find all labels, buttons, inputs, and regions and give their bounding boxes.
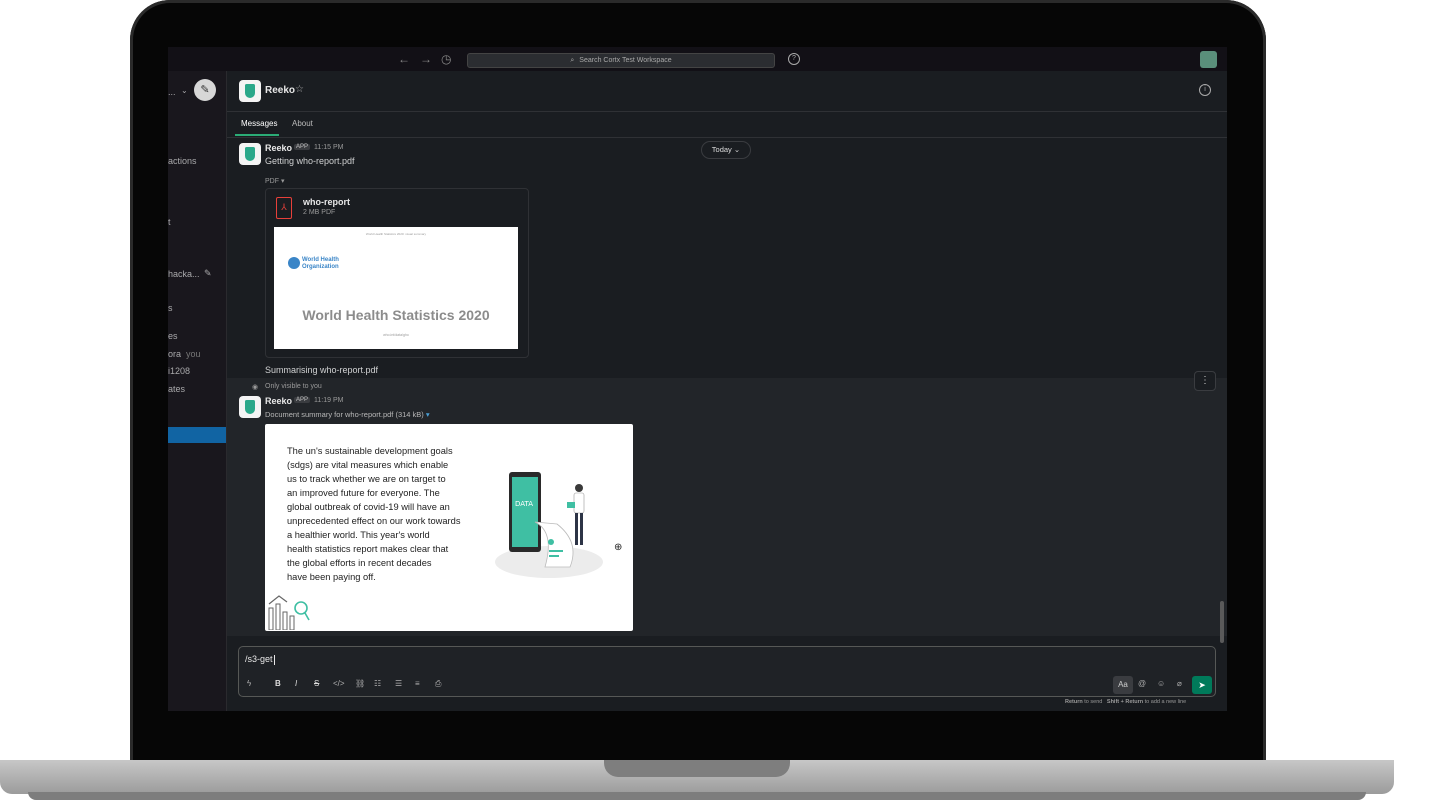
data-illustration: DATA	[495, 472, 603, 578]
message-time[interactable]: 11:15 PM	[314, 144, 343, 151]
sidebar-item-ates[interactable]: ates	[168, 384, 185, 394]
numbered-list-icon[interactable]: ☷	[374, 679, 381, 688]
pdf-preview[interactable]: World Health Statistics 2020: visual sum…	[274, 227, 518, 349]
app-badge: APP	[294, 397, 311, 403]
laptop-base-foot	[28, 792, 1366, 800]
active-tab-indicator	[235, 134, 279, 136]
link-icon[interactable]: ⛓	[355, 679, 365, 688]
illustration-label: DATA	[515, 500, 533, 508]
follow-up-text: Summarising who-report.pdf	[265, 365, 379, 375]
italic-icon[interactable]: I	[295, 679, 297, 688]
code-block-icon[interactable]: ⎙	[435, 679, 441, 689]
strikethrough-icon[interactable]: S	[314, 679, 319, 688]
laptop-notch	[604, 760, 790, 777]
shortcuts-icon[interactable]: ϟ	[247, 679, 251, 688]
file-size: 2 MB PDF	[303, 209, 336, 216]
sidebar-item-hackathon[interactable]: hacka...	[168, 269, 200, 279]
sidebar-item-self[interactable]: ora you	[168, 349, 201, 359]
pdf-icon: ⅄	[276, 197, 292, 219]
clock-icon[interactable]: ◷	[441, 52, 451, 66]
message-sender[interactable]: Reeko	[265, 396, 292, 406]
attachment-type-label[interactable]: PDF ▾	[265, 177, 284, 185]
scrollbar[interactable]	[1220, 601, 1224, 643]
channel-header: Reeko ☆ i	[227, 71, 1227, 112]
emoji-icon[interactable]: ☺	[1157, 679, 1165, 688]
bold-icon[interactable]: B	[275, 679, 281, 688]
date-divider[interactable]: Today ⌄	[701, 141, 751, 159]
composer-hint: Return to send Shift + Return to add a n…	[1065, 699, 1187, 705]
channel-pane: Reeko ☆ i Messages About Today ⌄ Reeko A…	[227, 71, 1227, 711]
visibility-note: Only visible to you	[265, 383, 322, 390]
slack-window: ← → ◷ ⌕ Search Cortx Test Workspace ? ..…	[168, 47, 1227, 711]
who-logo-text: World Health Organization	[302, 257, 339, 270]
bulleted-list-icon[interactable]: ☰	[395, 679, 402, 688]
more-actions-icon[interactable]: ⋮	[1194, 371, 1216, 391]
attach-icon[interactable]: ⌀	[1177, 679, 1182, 688]
star-icon[interactable]: ☆	[295, 84, 304, 95]
tab-messages[interactable]: Messages	[241, 119, 277, 128]
channel-tabs: Messages About	[227, 112, 1227, 138]
summary-text: The un's sustainable development goals (…	[287, 446, 461, 582]
pencil-icon[interactable]: ✎	[204, 268, 212, 279]
arrow-right-icon[interactable]: →	[420, 52, 432, 66]
arrow-left-icon[interactable]: ←	[398, 52, 410, 66]
sidebar: ... ⌄ ✎ actions t hacka... ✎ s es ora yo…	[168, 71, 227, 711]
search-input[interactable]: ⌕ Search Cortx Test Workspace	[467, 53, 775, 68]
globe-icon	[288, 257, 300, 269]
date-divider-label: Today	[711, 145, 732, 154]
help-icon[interactable]: ?	[788, 53, 800, 65]
mention-icon[interactable]: @	[1138, 679, 1146, 688]
app-badge: APP	[294, 144, 311, 150]
code-icon[interactable]: </>	[333, 679, 345, 688]
workspace-name[interactable]: ...	[168, 87, 176, 97]
user-avatar[interactable]	[1200, 51, 1217, 68]
format-toggle-button[interactable]: Aa	[1113, 676, 1133, 694]
summary-image[interactable]: The un's sustainable development goals (…	[265, 424, 633, 631]
message-avatar[interactable]	[239, 396, 261, 418]
message-input[interactable]: /s3-get	[245, 654, 275, 665]
zoom-icon[interactable]: ⊕	[614, 542, 622, 553]
sidebar-item-dm[interactable]: i1208	[168, 366, 190, 376]
message-text: Document summary for who-report.pdf (314…	[265, 410, 430, 419]
info-icon[interactable]: i	[1199, 84, 1211, 96]
sidebar-item-active[interactable]	[168, 427, 226, 443]
message-text: Getting who-report.pdf	[265, 156, 355, 166]
message-avatar[interactable]	[239, 143, 261, 165]
channel-name[interactable]: Reeko	[265, 85, 295, 96]
preview-title: World Health Statistics 2020	[302, 307, 490, 323]
message-sender[interactable]: Reeko	[265, 143, 292, 153]
chevron-down-icon[interactable]: ⌄	[181, 86, 188, 95]
tab-about[interactable]: About	[292, 119, 313, 128]
search-icon: ⌕	[570, 56, 575, 64]
sidebar-item-actions[interactable]: actions	[168, 156, 197, 166]
sidebar-item-t[interactable]: t	[168, 217, 171, 227]
bot-avatar[interactable]	[239, 80, 261, 102]
compose-icon[interactable]: ✎	[194, 79, 216, 101]
message-composer[interactable]: /s3-get ϟ B I S </> ⛓ ☷ ☰ ≡ ⎙ Aa @ ☺ ⌀ ➤	[238, 646, 1216, 697]
file-title[interactable]: who-report	[303, 197, 350, 207]
formatting-toolbar: ϟ B I S </> ⛓ ☷ ☰ ≡ ⎙ Aa @ ☺ ⌀ ➤	[239, 676, 1215, 694]
blockquote-icon[interactable]: ≡	[415, 679, 420, 688]
sidebar-item-es[interactable]: es	[168, 331, 178, 341]
search-placeholder: Search Cortx Test Workspace	[579, 57, 672, 64]
preview-footer: who.int/data/gho	[383, 333, 409, 337]
sidebar-item-s[interactable]: s	[168, 303, 173, 313]
preview-header: World Health Statistics 2020: visual sum…	[365, 232, 427, 236]
who-logo: World Health Organization	[288, 257, 339, 271]
send-button[interactable]: ➤	[1192, 676, 1212, 694]
eye-icon: ◉	[252, 384, 259, 391]
top-bar: ← → ◷ ⌕ Search Cortx Test Workspace ?	[168, 47, 1227, 71]
file-attachment[interactable]: ⅄ who-report 2 MB PDF World Health Stati…	[265, 188, 529, 358]
chart-search-icon	[268, 595, 310, 630]
message-time[interactable]: 11:19 PM	[314, 397, 343, 404]
